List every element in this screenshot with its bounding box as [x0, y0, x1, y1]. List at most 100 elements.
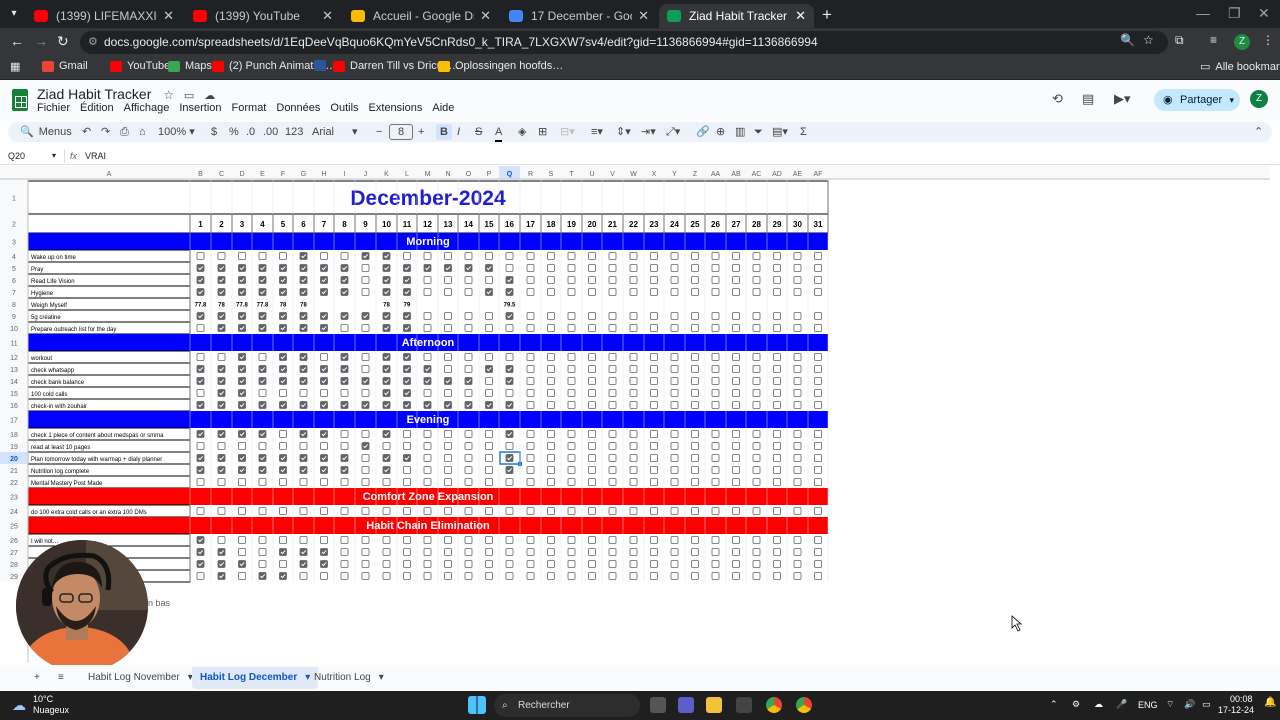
tray-cloud-icon[interactable]: ☁: [1094, 699, 1103, 710]
checkbox-unchecked[interactable]: [403, 507, 411, 515]
column-letter[interactable]: C: [219, 171, 224, 178]
checkbox-unchecked[interactable]: [382, 536, 391, 544]
checkbox-unchecked[interactable]: [691, 365, 699, 373]
checkbox-unchecked[interactable]: [670, 442, 679, 450]
italic-button[interactable]: I: [457, 124, 460, 140]
checkbox-unchecked[interactable]: [752, 264, 761, 272]
checkbox-unchecked[interactable]: [711, 478, 720, 486]
checkbox-unchecked[interactable]: [340, 324, 349, 332]
checkbox-unchecked[interactable]: [691, 276, 699, 284]
checkbox-unchecked[interactable]: [567, 401, 576, 409]
checkbox-unchecked[interactable]: [711, 507, 720, 515]
column-letter[interactable]: AB: [731, 171, 741, 178]
row-number[interactable]: 15: [10, 391, 18, 398]
reload-icon[interactable]: ↻: [57, 33, 69, 50]
checkbox-checked[interactable]: [444, 401, 452, 409]
checkbox-unchecked[interactable]: [650, 252, 658, 260]
checkbox-unchecked[interactable]: [258, 389, 267, 397]
checkbox-unchecked[interactable]: [526, 560, 535, 568]
checkbox-unchecked[interactable]: [238, 252, 246, 260]
filter-views-icon[interactable]: ▤▾: [772, 124, 788, 140]
checkbox-unchecked[interactable]: [691, 324, 699, 332]
checkbox-unchecked[interactable]: [258, 560, 267, 568]
checkbox-unchecked[interactable]: [464, 560, 473, 568]
checkbox-checked[interactable]: [382, 312, 391, 320]
checkbox-unchecked[interactable]: [505, 572, 514, 580]
checkbox-unchecked[interactable]: [340, 548, 349, 556]
checkbox-unchecked[interactable]: [752, 454, 761, 462]
row-number[interactable]: 4: [12, 254, 16, 261]
checkbox-unchecked[interactable]: [711, 276, 720, 284]
checkbox-unchecked[interactable]: [547, 264, 555, 272]
checkbox-unchecked[interactable]: [629, 442, 638, 450]
checkbox-unchecked[interactable]: [258, 478, 267, 486]
zoom-select[interactable]: 100% ▾: [158, 124, 195, 140]
weight-value[interactable]: 77.8: [257, 303, 269, 309]
checkbox-unchecked[interactable]: [588, 466, 596, 474]
checkbox-unchecked[interactable]: [793, 377, 802, 385]
checkbox-unchecked[interactable]: [650, 377, 658, 385]
checkbox-unchecked[interactable]: [340, 389, 349, 397]
checkbox-unchecked[interactable]: [793, 478, 802, 486]
account-avatar[interactable]: Z: [1250, 90, 1268, 108]
checkbox-unchecked[interactable]: [793, 365, 802, 373]
checkbox-checked[interactable]: [423, 264, 432, 272]
checkbox-unchecked[interactable]: [340, 442, 349, 450]
column-letter[interactable]: E: [260, 171, 265, 178]
checkbox-checked[interactable]: [505, 401, 514, 409]
checkbox-unchecked[interactable]: [485, 312, 493, 320]
checkbox-unchecked[interactable]: [670, 389, 679, 397]
checkbox-unchecked[interactable]: [691, 572, 699, 580]
checkbox-unchecked[interactable]: [361, 365, 370, 373]
checkbox-unchecked[interactable]: [238, 548, 246, 556]
checkbox-unchecked[interactable]: [732, 312, 740, 320]
checkbox-checked[interactable]: [382, 389, 391, 397]
checkbox-checked[interactable]: [423, 365, 432, 373]
checkbox-unchecked[interactable]: [547, 478, 555, 486]
checkbox-unchecked[interactable]: [752, 389, 761, 397]
wifi-icon[interactable]: ⌔: [1166, 699, 1174, 710]
checkbox-unchecked[interactable]: [567, 442, 576, 450]
checkbox-unchecked[interactable]: [196, 389, 205, 397]
name-box[interactable]: Q20 ▾: [8, 151, 58, 161]
tray-apps-icon[interactable]: ⚙: [1072, 699, 1080, 710]
checkbox-unchecked[interactable]: [670, 572, 679, 580]
checkbox-unchecked[interactable]: [526, 430, 535, 438]
language-indicator[interactable]: ENG: [1138, 700, 1158, 710]
checkbox-unchecked[interactable]: [505, 560, 514, 568]
all-sheets-icon[interactable]: ≡: [50, 667, 72, 689]
checkbox-unchecked[interactable]: [547, 430, 555, 438]
checkbox-unchecked[interactable]: [403, 466, 411, 474]
checkbox-unchecked[interactable]: [629, 454, 638, 462]
row-number[interactable]: 25: [10, 524, 18, 531]
checkbox-unchecked[interactable]: [485, 560, 493, 568]
checkbox-checked[interactable]: [340, 276, 349, 284]
checkbox-unchecked[interactable]: [505, 389, 514, 397]
checkbox-unchecked[interactable]: [711, 324, 720, 332]
checkbox-unchecked[interactable]: [361, 572, 370, 580]
browser-tab[interactable]: (1399) YouTube ✕: [185, 4, 341, 28]
checkbox-unchecked[interactable]: [608, 430, 617, 438]
checkbox-unchecked[interactable]: [711, 252, 720, 260]
bookmark-item[interactable]: YouTube: [110, 60, 170, 72]
checkbox-checked[interactable]: [403, 276, 411, 284]
checkbox-unchecked[interactable]: [258, 548, 267, 556]
checkbox-unchecked[interactable]: [793, 454, 802, 462]
checkbox-unchecked[interactable]: [361, 478, 370, 486]
align-horizontal-icon[interactable]: ≡▾: [591, 124, 603, 140]
new-tab-button[interactable]: +: [822, 5, 832, 25]
habit-label-cell[interactable]: [27, 261, 191, 275]
checkbox-unchecked[interactable]: [711, 572, 720, 580]
checkbox-checked[interactable]: [217, 324, 226, 332]
menu-item[interactable]: Format: [232, 102, 267, 114]
checkbox-checked[interactable]: [382, 430, 391, 438]
checkbox-unchecked[interactable]: [691, 389, 699, 397]
checkbox-checked[interactable]: [196, 365, 205, 373]
checkbox-unchecked[interactable]: [485, 466, 493, 474]
checkbox-unchecked[interactable]: [547, 401, 555, 409]
checkbox-unchecked[interactable]: [505, 264, 514, 272]
checkbox-unchecked[interactable]: [361, 430, 370, 438]
checkbox-checked[interactable]: [217, 389, 226, 397]
checkbox-checked[interactable]: [238, 324, 246, 332]
checkbox-unchecked[interactable]: [279, 478, 287, 486]
